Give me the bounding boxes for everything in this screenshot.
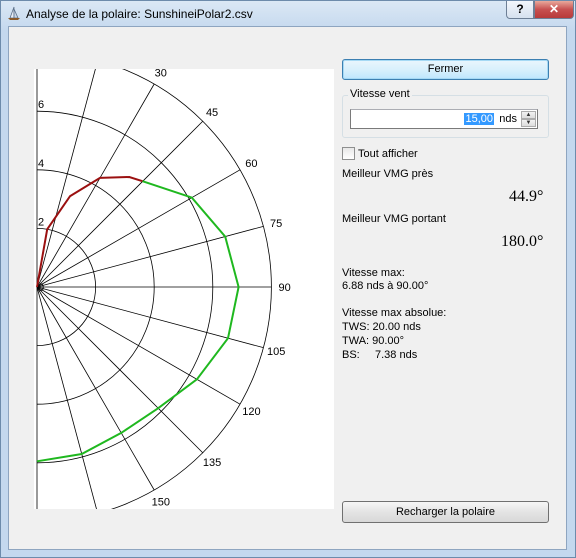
- angle-tick-label: 30: [155, 69, 167, 80]
- polar-grid-spoke: [36, 69, 96, 288]
- polar-grid-spoke: [36, 286, 97, 509]
- polar-grid-spoke: [36, 286, 155, 491]
- angle-tick-label: 135: [203, 457, 221, 469]
- wind-speed-value[interactable]: 15,00: [464, 113, 494, 125]
- polar-grid-spoke: [36, 169, 241, 288]
- spin-buttons: ▲ ▼: [521, 111, 536, 127]
- wind-speed-group-label: Vitesse vent: [348, 88, 412, 100]
- max-speed-value: 6.88 nds à 90.00°: [342, 280, 429, 292]
- polar-grid-spoke: [36, 225, 264, 288]
- window-close-button[interactable]: ✕: [534, 1, 574, 19]
- abs-max-bs: BS: 7.38 nds: [342, 349, 418, 361]
- wind-speed-spinbox[interactable]: 15,00 nds ▲ ▼: [350, 109, 538, 129]
- help-button[interactable]: ?: [506, 1, 534, 19]
- close-button[interactable]: Fermer: [342, 59, 549, 80]
- vmg-downwind-label: Meilleur VMG portant: [342, 213, 446, 225]
- polar-grid-spoke: [36, 120, 204, 288]
- polar-curve-upwind: [36, 175, 143, 288]
- abs-max-tws: TWS: 20.00 nds: [342, 321, 421, 333]
- title-bar[interactable]: Analyse de la polaire: SunshineiPolar2.c…: [1, 1, 575, 27]
- app-icon: [8, 6, 20, 20]
- max-speed-label: Vitesse max:: [342, 267, 405, 279]
- wind-speed-unit: nds: [499, 113, 517, 125]
- polar-grid-spoke: [36, 286, 264, 349]
- polar-grid-spoke: [36, 286, 204, 454]
- vmg-downwind-value: 180.0°: [501, 233, 544, 250]
- polar-plot: 30 45 60 75 90 105 120 135 150 2 4 6 0: [34, 69, 334, 509]
- show-all-checkbox[interactable]: [342, 147, 355, 160]
- show-all-label[interactable]: Tout afficher: [358, 148, 418, 160]
- angle-tick-label: 45: [206, 107, 218, 119]
- angle-tick-label: 150: [152, 496, 170, 508]
- abs-max-twa: TWA: 90.00°: [342, 335, 405, 347]
- angle-tick-label: 60: [245, 158, 257, 170]
- radial-tick-label: 2: [38, 216, 44, 228]
- window-title: Analyse de la polaire: SunshineiPolar2.c…: [26, 7, 253, 21]
- polar-chart: 30456075901051201351502460: [36, 69, 291, 509]
- vmg-upwind-label: Meilleur VMG près: [342, 168, 434, 180]
- angle-tick-label: 75: [270, 218, 282, 230]
- radial-tick-label: 6: [38, 99, 44, 111]
- vmg-upwind-value: 44.9°: [509, 188, 544, 205]
- abs-max-speed-label: Vitesse max absolue:: [342, 307, 447, 319]
- radial-tick-label: 4: [38, 158, 44, 170]
- spin-up-arrow-icon[interactable]: ▲: [521, 111, 536, 119]
- angle-tick-label: 120: [242, 406, 260, 418]
- spin-down-arrow-icon[interactable]: ▼: [521, 119, 536, 127]
- polar-grid-spoke: [36, 286, 241, 405]
- dialog-client-area: 30 45 60 75 90 105 120 135 150 2 4 6 0 Fermer Vitess…: [8, 26, 567, 550]
- polar-curve-downwind: [36, 180, 240, 463]
- polar-grid-spoke: [36, 83, 155, 288]
- angle-tick-label: 105: [267, 346, 285, 358]
- angle-tick-label: 90: [278, 282, 290, 294]
- origin-tick-label: 0: [38, 282, 44, 294]
- reload-polar-button[interactable]: Recharger la polaire: [342, 501, 549, 523]
